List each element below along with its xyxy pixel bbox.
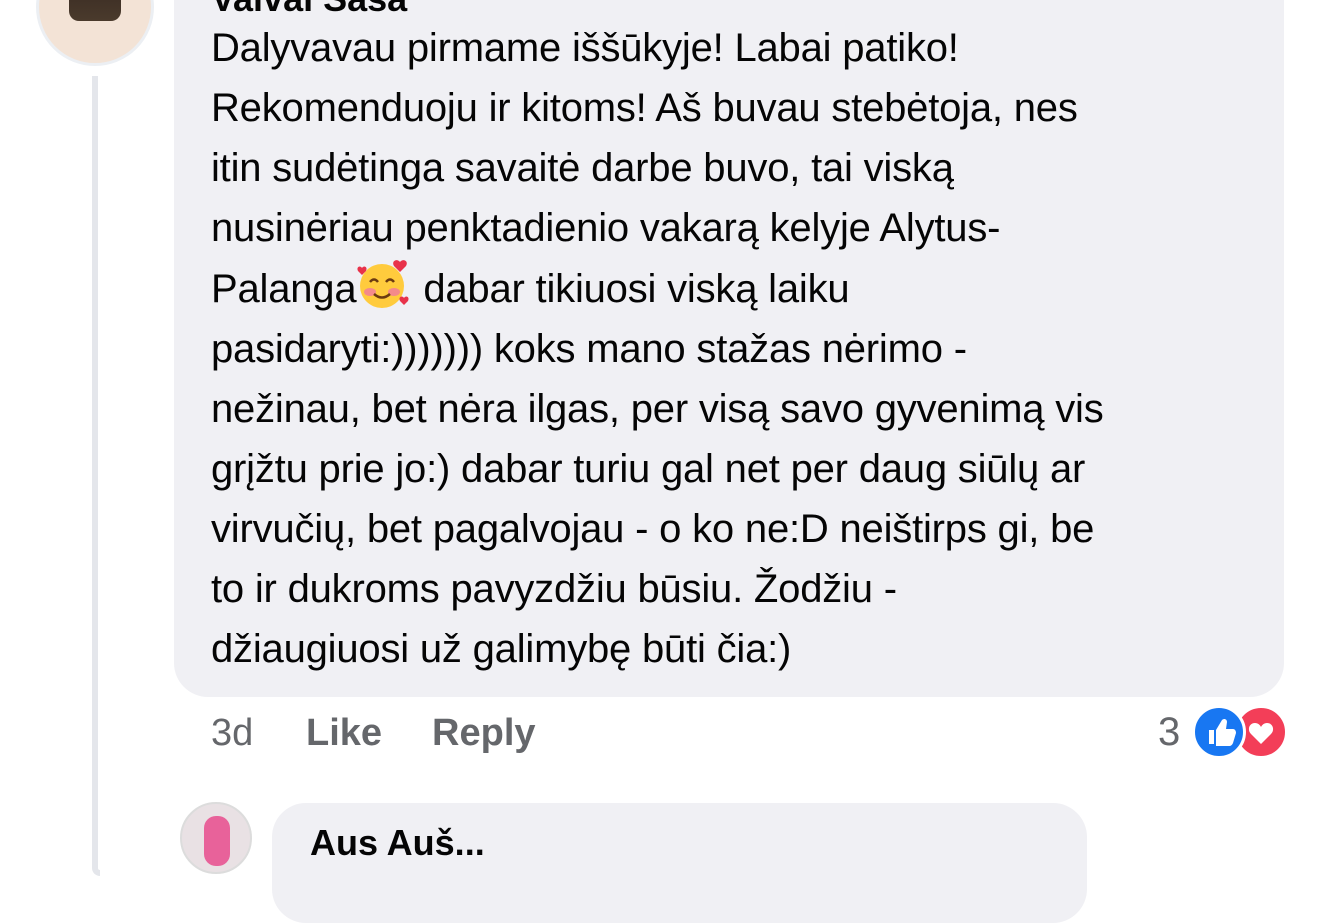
next-comment-author[interactable]: Aus Auš...: [310, 822, 485, 864]
next-commenter-avatar[interactable]: [180, 802, 252, 874]
comment-author[interactable]: Vaivai Šaša: [211, 0, 407, 20]
comment-text: Dalyvavau pirmame iššūkyje! Labai patiko…: [211, 18, 1261, 679]
comment-line: itin sudėtinga savaitė darbe buvo, tai v…: [211, 146, 954, 190]
comment-line: džiaugiuosi už galimybę būti čia:): [211, 627, 792, 671]
avatar-photo: [204, 816, 230, 866]
thread-connector-line: [92, 76, 100, 876]
comment-line: pasidaryti:))))))) koks mano stažas nėri…: [211, 327, 967, 371]
comment-timestamp[interactable]: 3d: [211, 712, 306, 755]
comment-line: dabar tikiuosi viską laiku: [412, 267, 850, 311]
comment-line: virvučių, bet pagalvojau - o ko ne:D nei…: [211, 507, 1095, 551]
comment-line: Dalyvavau pirmame iššūkyje! Labai patiko…: [211, 26, 959, 70]
like-button[interactable]: Like: [306, 712, 382, 755]
comment-line: nežinau, bet nėra ilgas, per visą savo g…: [211, 387, 1104, 431]
comment-line: Rekomenduoju ir kitoms! Aš buvau stebėto…: [211, 86, 1078, 130]
reaction-summary[interactable]: 3: [1158, 705, 1289, 759]
comment-line: nusinėriau penktadienio vakarą kelyje Al…: [211, 206, 1001, 250]
thumbs-up-icon: [1192, 705, 1247, 759]
comment-actions: 3d Like Reply: [211, 712, 586, 755]
avatar-photo: [69, 0, 121, 21]
smiling-face-with-hearts-icon: [356, 258, 412, 308]
commenter-avatar[interactable]: [36, 0, 154, 66]
reply-button[interactable]: Reply: [432, 712, 535, 755]
comment-line: Palanga: [211, 267, 357, 311]
comment-line: grįžtu prie jo:) dabar turiu gal net per…: [211, 447, 1086, 491]
comment-line: to ir dukroms pavyzdžiu būsiu. Žodžiu -: [211, 567, 897, 611]
reaction-count: 3: [1158, 709, 1181, 754]
